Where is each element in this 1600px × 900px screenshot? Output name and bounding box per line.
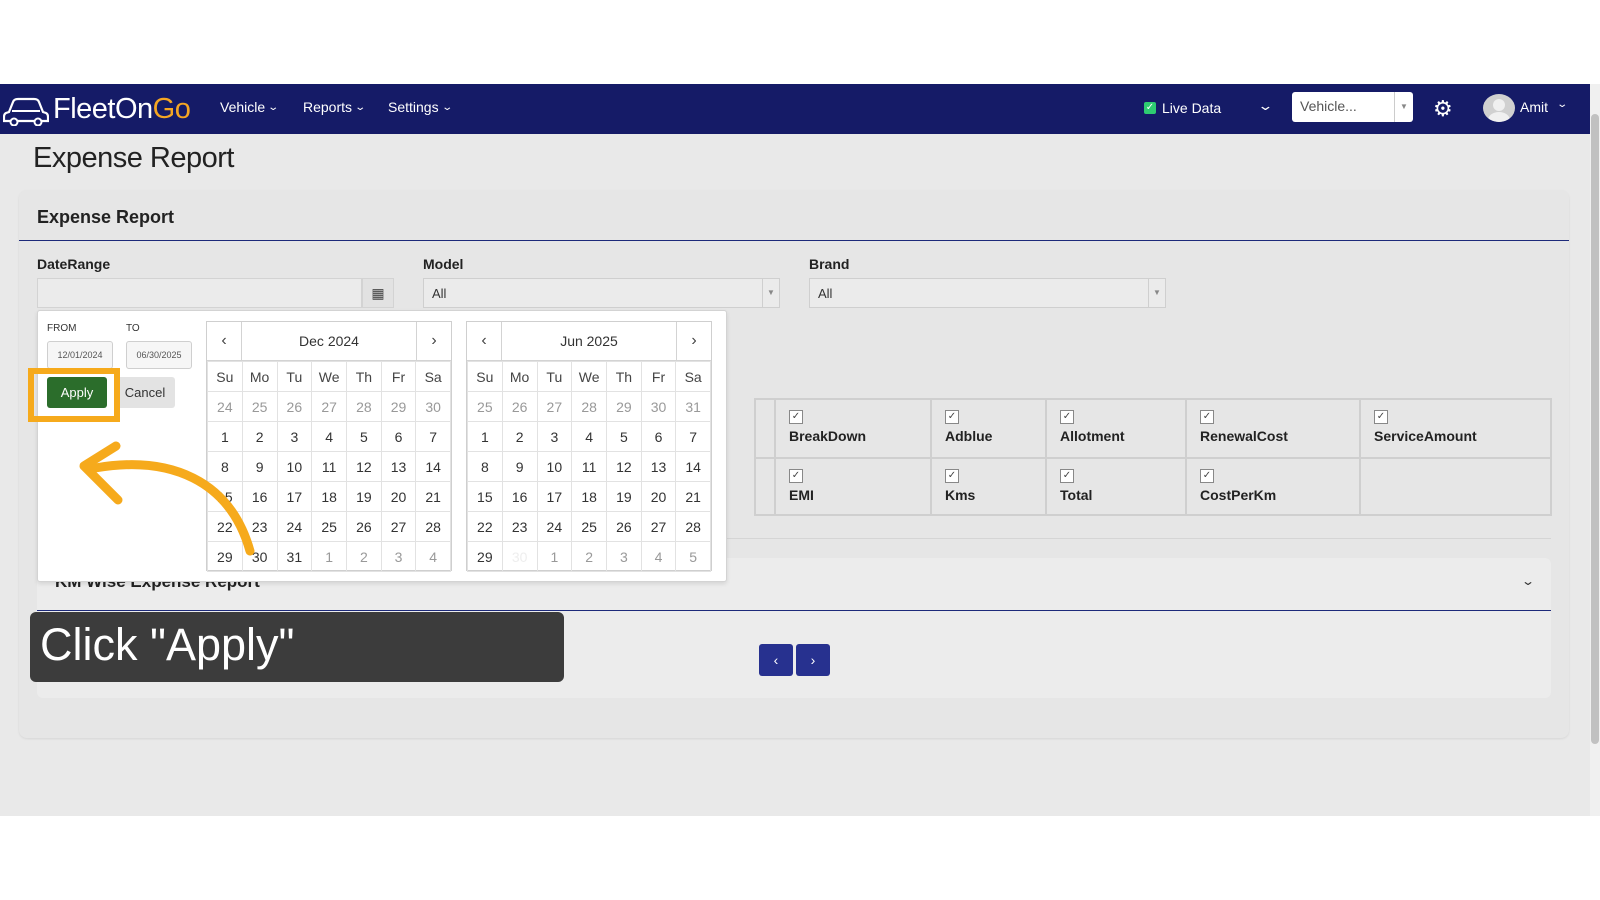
curved-arrow-icon [79, 441, 255, 556]
tutorial-tooltip: Click "Apply" [30, 612, 564, 682]
